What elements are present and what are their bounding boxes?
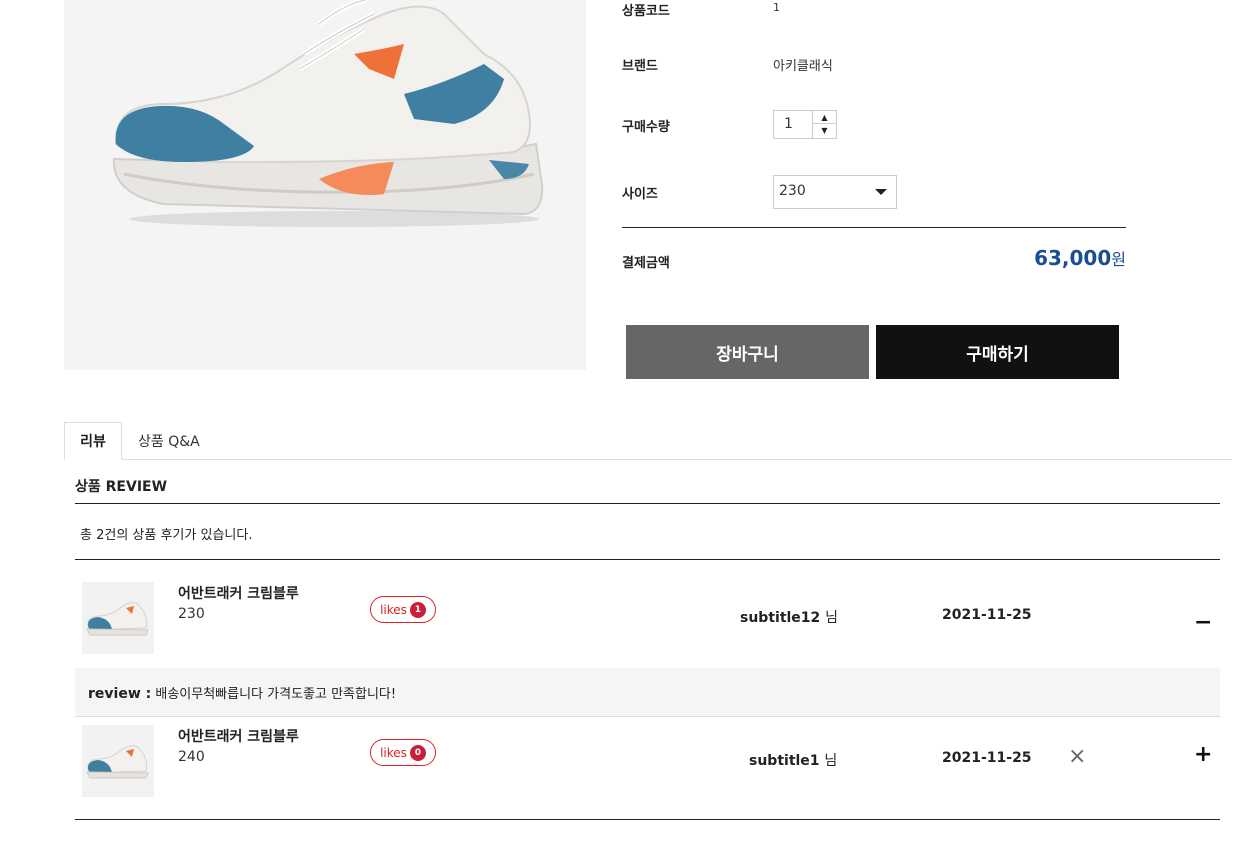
review-author-name: subtitle12 [740,610,821,626]
review-section-title: 상품 REVIEW [75,479,168,495]
brand-label: 브랜드 [622,59,658,74]
increment-arrow-icon[interactable]: ▲ [813,111,836,124]
review-content: review : 배송이무척빠릅니다 가격도좋고 만족합니다! [75,668,1220,717]
expand-button[interactable]: + [1194,742,1212,767]
size-selected-value: 230 [779,183,806,199]
review-date: 2021-11-25 [942,607,1032,623]
review-label: review : [88,686,152,702]
review-product-name: 어반트래커 크림블루 [178,729,299,745]
quantity-stepper[interactable]: 1 ▲ ▼ [773,110,837,139]
review-count-text: 총 2건의 상품 후기가 있습니다. [80,528,253,543]
quantity-label: 구매수량 [622,120,670,135]
product-code-value: 1 [773,1,780,14]
tab-qna[interactable]: 상품 Q&A [138,431,200,451]
decrement-arrow-icon[interactable]: ▼ [813,124,836,137]
product-image [64,0,586,370]
divider [622,227,1126,228]
brand-value: 아키클래식 [773,59,833,74]
currency-unit: 원 [1111,250,1126,269]
size-select[interactable]: 230 [773,175,897,209]
divider [75,819,1220,820]
honorific: 님 [824,753,838,769]
review-author: subtitle1 님 [749,750,837,770]
review-product-size: 240 [178,749,205,765]
delete-icon[interactable]: × [1068,744,1086,769]
collapse-button[interactable]: − [1194,610,1212,635]
sneaker-image-icon [112,0,544,227]
likes-button[interactable]: likes 1 [370,596,436,623]
total-price-value: 63,000 [1034,246,1112,270]
total-price-label: 결제금액 [622,256,670,271]
product-code-label: 상품코드 [622,4,670,19]
review-product-thumbnail [82,725,154,797]
chevron-down-icon [875,189,887,195]
buy-now-button[interactable]: 구매하기 [876,325,1119,379]
review-author: subtitle12 님 [740,607,838,627]
review-product-size: 230 [178,606,205,622]
likes-button[interactable]: likes 0 [370,739,436,766]
honorific: 님 [825,610,839,626]
review-product-thumbnail [82,582,154,654]
divider [75,559,1220,560]
quantity-value[interactable]: 1 [784,116,793,132]
review-product-name: 어반트래커 크림블루 [178,586,299,602]
add-to-cart-button[interactable]: 장바구니 [626,325,869,379]
review-text: 배송이무척빠릅니다 가격도좋고 만족합니다! [155,687,397,702]
total-price: 63,000원 [1034,246,1126,270]
review-date: 2021-11-25 [942,750,1032,766]
likes-count-badge: 0 [409,744,426,761]
likes-label: likes [380,602,407,617]
sneaker-thumbnail-icon [86,745,149,779]
tabs-divider [64,459,1232,460]
review-author-name: subtitle1 [749,753,820,769]
tab-reviews[interactable]: 리뷰 [64,422,122,460]
divider [75,503,1220,504]
stepper-controls: ▲ ▼ [812,111,836,138]
likes-label: likes [380,745,407,760]
sneaker-thumbnail-icon [86,602,149,636]
size-label: 사이즈 [622,187,658,202]
likes-count-badge: 1 [409,601,426,618]
